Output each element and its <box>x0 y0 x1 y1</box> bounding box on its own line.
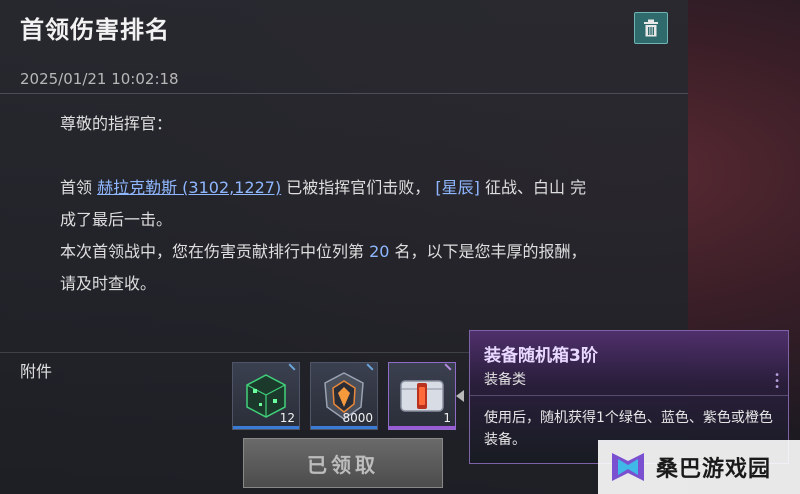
body-line-3: 本次首领战中，您在伤害贡献排行中位列第 20 名，以下是您丰厚的报酬， <box>60 236 630 268</box>
tooltip-item-name: 装备随机箱3阶 <box>484 346 598 366</box>
attachment-slot-emblem[interactable]: 8000 <box>310 362 378 430</box>
tooltip-item-type: 装备类 <box>484 372 526 388</box>
watermark: 桑巴游戏园 <box>598 440 800 494</box>
body-line-1: 首领 赫拉克勒斯 (3102,1227) 已被指挥官们击败， [星辰] 征战、白… <box>60 172 630 204</box>
item-count: 1 <box>443 411 451 425</box>
line3-suffix: 名，以下是您丰厚的报酬， <box>389 242 587 261</box>
claimed-button[interactable]: 已领取 <box>243 438 443 488</box>
trash-icon <box>644 19 658 37</box>
attachment-divider <box>0 352 470 353</box>
item-count: 12 <box>279 411 295 425</box>
line3-prefix: 本次首领战中，您在伤害贡献排行中位列第 <box>60 242 370 261</box>
mail-timestamp: 2025/01/21 10:02:18 <box>20 70 179 88</box>
watermark-text: 桑巴游戏园 <box>656 457 772 482</box>
body-line-2: 成了最后一击。 <box>60 210 173 229</box>
delete-button[interactable] <box>634 12 668 44</box>
item-count: 8000 <box>342 411 373 425</box>
attachment-slot-equipment-box[interactable]: 1 <box>388 362 456 430</box>
mail-title: 首领伤害排名 <box>20 16 170 44</box>
rarity-bar <box>311 426 377 429</box>
line1-suffix: 征战、白山 完 <box>479 178 587 197</box>
line1-mid: 已被指挥官们击败， <box>281 178 436 197</box>
header-divider <box>0 93 688 94</box>
more-dots-icon: • • • <box>774 370 780 393</box>
rarity-bar <box>233 426 299 429</box>
mail-body: 尊敬的指挥官： 首领 赫拉克勒斯 (3102,1227) 已被指挥官们击败， [… <box>60 108 630 300</box>
watermark-logo-icon <box>612 453 644 481</box>
rank-number: 20 <box>369 242 390 261</box>
attachment-slot-green-cube[interactable]: 12 <box>232 362 300 430</box>
boss-coordinate-link[interactable]: 赫拉克勒斯 (3102,1227) <box>97 178 281 197</box>
line1-prefix: 首领 <box>60 178 98 197</box>
body-line-4: 请及时查收。 <box>60 274 157 293</box>
tooltip-pointer <box>456 390 464 402</box>
attachment-label: 附件 <box>20 362 53 381</box>
alliance-tag: [星辰] <box>435 178 480 197</box>
greeting: 尊敬的指挥官： <box>60 114 173 133</box>
tooltip-divider <box>470 395 788 396</box>
rarity-bar <box>389 426 455 429</box>
